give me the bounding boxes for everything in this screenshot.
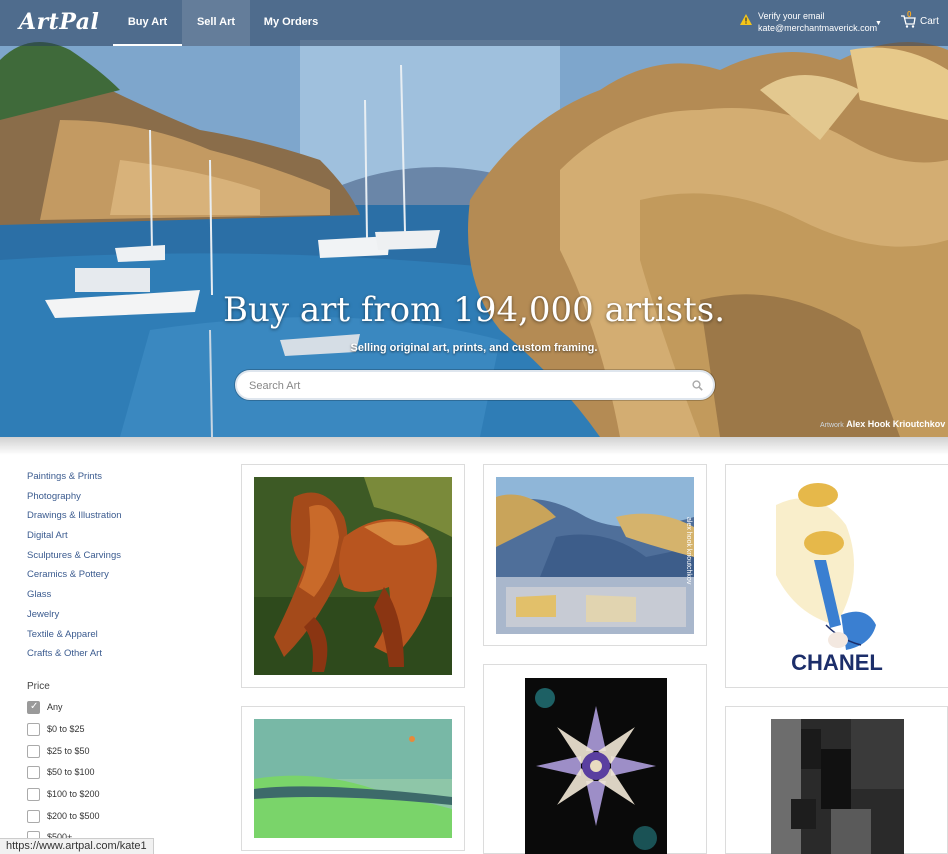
artwork-credit-name[interactable]: Alex Hook Krioutchkov — [846, 419, 945, 429]
artwork-card-horses[interactable] — [241, 464, 465, 688]
category-ceramics-pottery[interactable]: Ceramics & Pottery — [27, 568, 217, 588]
tab-buy-art[interactable]: Buy Art — [113, 0, 182, 46]
price-label: $0 to $25 — [47, 724, 85, 734]
filter-sidebar: Paintings & Prints Photography Drawings … — [27, 470, 217, 844]
artwork-image-kaleidoscope — [525, 678, 667, 854]
category-jewelry[interactable]: Jewelry — [27, 608, 217, 628]
browser-status-url: https://www.artpal.com/kate1 — [0, 838, 154, 854]
price-label: $200 to $500 — [47, 811, 100, 821]
cart-count: 0 — [907, 10, 912, 19]
artwork-image-green-field — [254, 719, 452, 838]
category-crafts-other-art[interactable]: Crafts & Other Art — [27, 647, 217, 667]
price-label: $25 to $50 — [47, 746, 90, 756]
artwork-image-dark-abstract — [771, 719, 904, 854]
category-textile-apparel[interactable]: Textile & Apparel — [27, 628, 217, 648]
account-dropdown-icon[interactable]: ▼ — [875, 20, 882, 27]
artwork-card-chanel[interactable]: CHANEL — [725, 464, 948, 688]
hero-banner: ArtPal Buy Art Sell Art My Orders Verify… — [0, 0, 948, 437]
artwork-credit-prefix: Artwork — [820, 422, 844, 429]
artwork-card-dark-abstract[interactable] — [725, 706, 948, 854]
hero-subline: Selling original art, prints, and custom… — [350, 342, 598, 354]
artwork-credit[interactable]: Artwork Alex Hook Krioutchkov — [820, 419, 945, 429]
chanel-logo-text: CHANEL — [791, 650, 883, 675]
price-checkbox[interactable] — [27, 810, 40, 823]
artwork-card-mountain-village[interactable]: alex hook krioutchkov — [483, 464, 707, 646]
artwork-image-horses — [254, 477, 452, 675]
search-icon[interactable] — [692, 380, 703, 391]
category-list: Paintings & Prints Photography Drawings … — [27, 470, 217, 667]
category-drawings-illustration[interactable]: Drawings & Illustration — [27, 509, 217, 529]
artwork-signature: alex hook krioutchkov — [685, 517, 692, 585]
price-label: Any — [47, 702, 63, 712]
category-photography[interactable]: Photography — [27, 490, 217, 510]
account-email: kate@merchantmaverick.com — [758, 23, 878, 33]
price-label: $50 to $100 — [47, 767, 95, 777]
cart-label: Cart — [920, 16, 939, 27]
price-checkbox[interactable] — [27, 766, 40, 779]
artwork-card-kaleidoscope[interactable] — [483, 664, 707, 854]
artwork-image-chanel: CHANEL — [726, 465, 948, 687]
hero-shadow — [0, 437, 948, 455]
artwork-card-green-field[interactable] — [241, 706, 465, 851]
tab-sell-art[interactable]: Sell Art — [182, 0, 250, 46]
tab-my-orders[interactable]: My Orders — [250, 0, 332, 46]
category-paintings-prints[interactable]: Paintings & Prints — [27, 470, 217, 490]
category-sculptures-carvings[interactable]: Sculptures & Carvings — [27, 549, 217, 569]
search-input[interactable] — [249, 378, 669, 394]
price-filter-heading: Price — [27, 681, 50, 692]
price-checkbox[interactable] — [27, 788, 40, 801]
artwork-image-mountain-village: alex hook krioutchkov — [496, 477, 694, 634]
category-digital-art[interactable]: Digital Art — [27, 529, 217, 549]
artpal-logo[interactable]: ArtPal — [19, 9, 99, 35]
price-checkbox[interactable] — [27, 701, 40, 714]
hero-headline: Buy art from 194,000 artists. — [222, 290, 726, 330]
price-checkbox[interactable] — [27, 745, 40, 758]
warning-icon — [740, 14, 752, 25]
verify-email-label: Verify your email — [758, 11, 825, 21]
price-label: $100 to $200 — [47, 789, 100, 799]
category-glass[interactable]: Glass — [27, 588, 217, 608]
price-checkbox[interactable] — [27, 723, 40, 736]
search-bar — [235, 370, 715, 400]
